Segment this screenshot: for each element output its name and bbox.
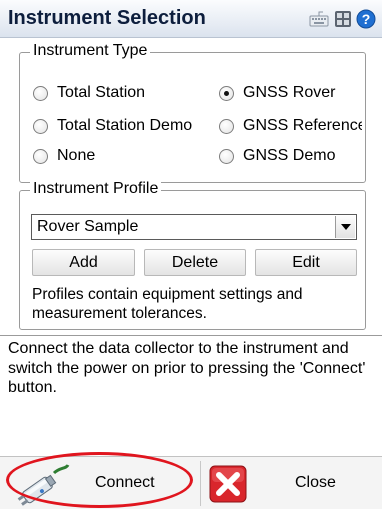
plug-icon [17,464,70,506]
add-profile-button[interactable]: Add [32,249,135,276]
radio-label: GNSS Reference [243,117,362,134]
separator [0,335,382,336]
instrument-type-legend: Instrument Type [30,42,151,60]
radio-label: Total Station Demo [57,117,193,134]
radio-gnss-rover[interactable]: GNSS Rover [219,84,335,102]
delete-profile-button[interactable]: Delete [144,249,246,276]
close-x-icon [209,465,247,503]
profile-select[interactable]: Rover Sample [31,214,357,240]
radio-label: Total Station [57,84,146,101]
edit-profile-button[interactable]: Edit [255,249,357,276]
radio-button[interactable] [33,118,48,134]
radio-button[interactable] [219,118,234,134]
radio-label: GNSS Demo [243,147,336,164]
radio-button[interactable] [219,148,234,164]
bottom-bar: Connect Close [0,456,382,509]
title-bar: Instrument Selection ? [0,0,382,38]
instrument-profile-legend: Instrument Profile [30,180,162,198]
radio-total-station-demo[interactable]: Total Station Demo [33,117,192,135]
profile-note: Profiles contain equipment settings and … [32,286,303,322]
profile-select-value: Rover Sample [37,218,139,235]
radio-button[interactable] [33,85,48,101]
radio-label: None [57,147,96,164]
chevron-down-icon [341,224,351,230]
radio-total-station[interactable]: Total Station [33,84,145,102]
connect-button[interactable]: Connect [2,459,198,508]
dropdown-button[interactable] [335,216,355,238]
radio-button-selected[interactable] [219,85,234,101]
button-divider [200,461,201,506]
radio-button[interactable] [33,148,48,164]
radio-none[interactable]: None [33,147,95,165]
keyboard-icon[interactable] [309,9,329,29]
close-button[interactable]: Close [203,459,379,508]
close-label: Close [295,474,336,491]
window-title: Instrument Selection [8,7,206,29]
radio-gnss-demo[interactable]: GNSS Demo [219,147,335,165]
radio-label: GNSS Rover [243,84,336,101]
grid-icon[interactable] [333,9,353,29]
connection-instructions: Connect the data collector to the instru… [8,340,366,396]
help-icon[interactable]: ? [356,9,376,29]
connect-label: Connect [95,474,155,491]
radio-gnss-reference[interactable]: GNSS Reference [219,117,362,135]
svg-text:?: ? [362,11,371,27]
